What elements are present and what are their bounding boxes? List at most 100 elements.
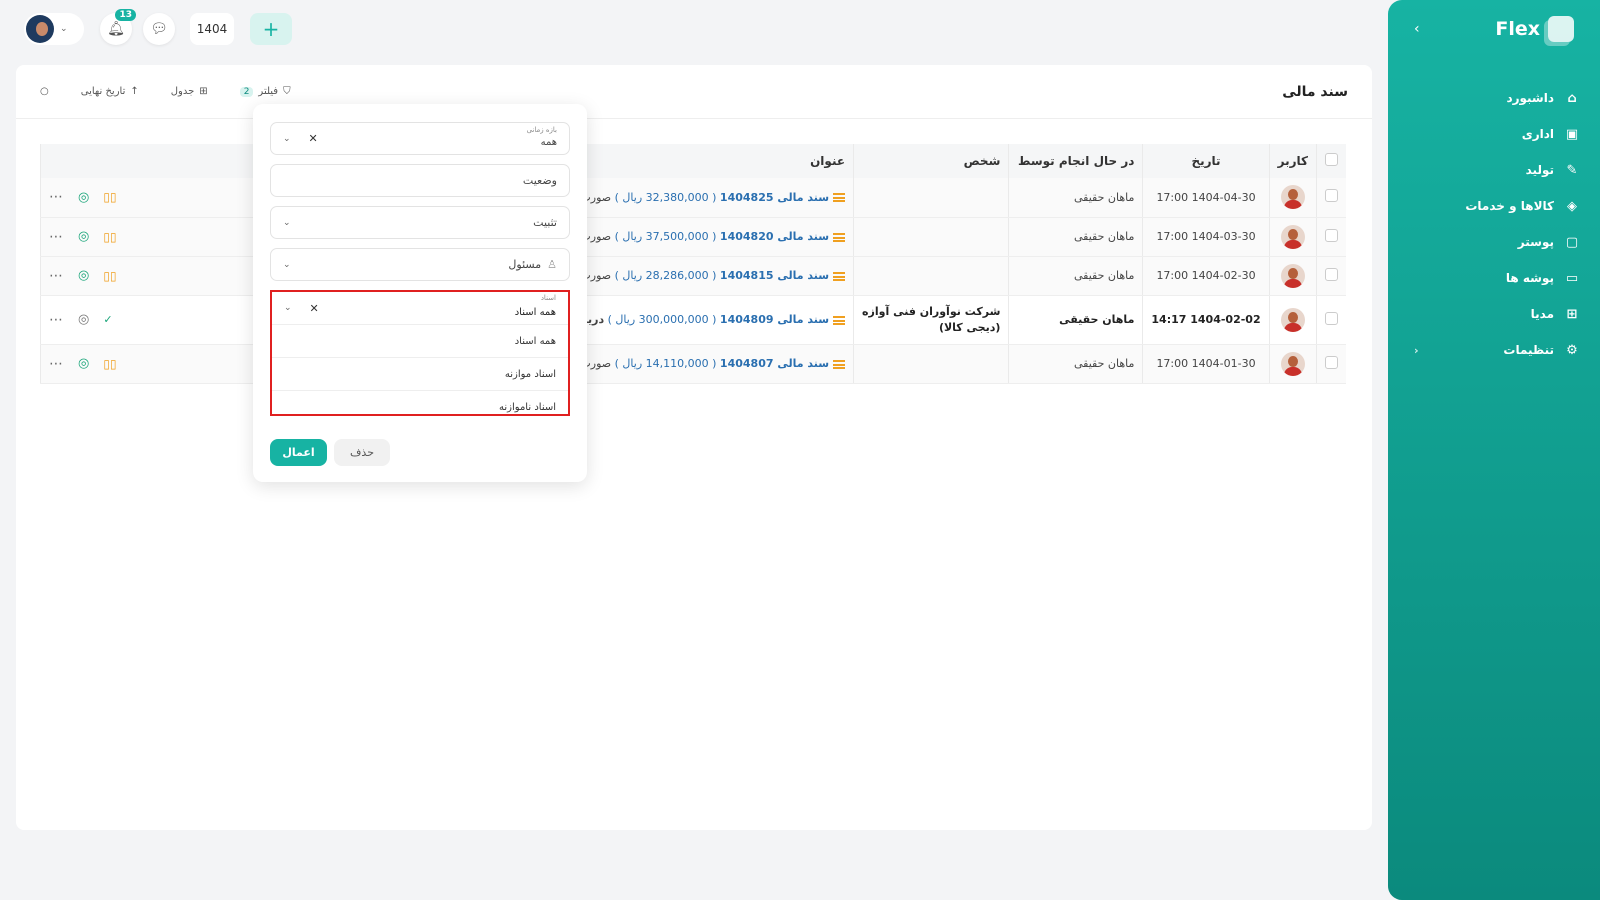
sidebar-item-office[interactable]: ▣ اداری <box>1388 116 1600 152</box>
date-cell: 1404-03-30 17:00 <box>1142 217 1270 257</box>
notifications-button[interactable]: 🔔︎ 13 <box>100 9 136 45</box>
chevron-down-icon: ⌄ <box>283 133 291 144</box>
table-row[interactable]: 1404-02-30 17:00 ماهان حقیقی سند مالی 14… <box>39 256 1346 296</box>
chat-button[interactable]: 💬︎ <box>143 13 175 45</box>
clear-icon[interactable]: ✕ <box>310 302 319 315</box>
title-cell[interactable]: سند مالی 1404820 ( 37,500,000 ریال ) صور… <box>553 217 854 257</box>
row-checkbox[interactable] <box>1325 311 1338 325</box>
chat-icon[interactable]: ◎ <box>78 312 89 327</box>
grid-icon: ⊞ <box>199 86 208 97</box>
in-progress-by-cell: ماهان حقیقی <box>1008 295 1143 345</box>
header-title: عنوان <box>553 144 854 178</box>
row-checkbox[interactable] <box>1325 355 1338 369</box>
documents-select[interactable]: اسناد همه اسناد ✕ ⌄ <box>272 292 568 325</box>
sidebar-item-media[interactable]: ⊞ مدیا <box>1388 296 1600 332</box>
filter-button[interactable]: ⛉ فیلتر 2 <box>239 86 291 97</box>
apply-button[interactable]: اعمال <box>270 439 327 466</box>
person-cell: شرکت نوآوران فنی آوازه (دیجی کالا) <box>853 295 1009 345</box>
date-cell: 1404-02-30 17:00 <box>1142 256 1270 296</box>
more-icon[interactable]: ⋯ <box>49 356 64 372</box>
collapse-sidebar-icon[interactable]: ‹ <box>1414 21 1420 37</box>
header-user: کاربر <box>1268 144 1317 178</box>
status-input[interactable]: وضعیت <box>270 164 570 197</box>
brand: Flex <box>1495 16 1574 42</box>
title-cell[interactable]: سند مالی 1404809 ( 300,000,000 ریال ) در… <box>553 295 854 345</box>
search-icon: ○ <box>40 86 49 97</box>
sidebar: ‹ Flex ⌂ داشبورد ▣ اداری ✎ تولید ◈ کالاها و … <box>1388 0 1600 900</box>
table-row[interactable]: 1404-03-30 17:00 ماهان حقیقی سند مالی 14… <box>39 217 1346 257</box>
more-icon[interactable]: ⋯ <box>49 229 64 245</box>
year-selector[interactable]: 1404 <box>190 13 234 45</box>
date-cell: 1404-01-30 17:00 <box>1142 344 1270 384</box>
chat-icon[interactable]: ◎ <box>78 229 89 244</box>
search-button[interactable]: ○ <box>40 86 49 97</box>
row-checkbox[interactable] <box>1325 189 1338 203</box>
doc-link[interactable]: سند مالی 1404825 <box>720 191 829 204</box>
in-progress-by-cell: ماهان حقیقی <box>1008 256 1143 296</box>
title-cell[interactable]: سند مالی 1404815 ( 28,286,000 ریال ) صور… <box>553 256 854 296</box>
option-balanced-documents[interactable]: اسناد موازنه <box>272 358 568 391</box>
select-all-header[interactable] <box>1316 144 1346 178</box>
document-lines-icon <box>833 315 846 325</box>
pause-icon[interactable]: ▯▯ <box>103 230 116 244</box>
doc-link[interactable]: سند مالی 1404820 <box>720 230 829 243</box>
option-all-documents[interactable]: همه اسناد <box>272 325 568 358</box>
user-avatar <box>1280 307 1305 332</box>
pause-icon[interactable]: ▯▯ <box>103 357 116 371</box>
plus-icon: + <box>262 17 280 41</box>
person-cell <box>853 256 1009 296</box>
filter-panel: بازه زمانی همه ✕ ⌄ وضعیت تثبیت ⌄ ♙ مسئول … <box>253 104 587 482</box>
document-lines-icon <box>833 359 846 369</box>
doc-link[interactable]: سند مالی 1404815 <box>720 269 829 282</box>
clear-icon[interactable]: ✕ <box>309 132 318 145</box>
sidebar-item-folders[interactable]: ▭ پوشه ها <box>1388 260 1600 296</box>
fix-select[interactable]: تثبیت ⌄ <box>270 206 570 239</box>
table-row[interactable]: 1404-02-02 14:17 ماهان حقیقی شرکت نوآورا… <box>39 295 1346 345</box>
sidebar-item-production[interactable]: ✎ تولید <box>1388 152 1600 188</box>
sidebar-item-dashboard[interactable]: ⌂ داشبورد <box>1388 80 1600 116</box>
more-icon[interactable]: ⋯ <box>49 312 64 328</box>
table-row[interactable]: 1404-04-30 17:00 ماهان حقیقی سند مالی 14… <box>39 178 1346 218</box>
title-cell[interactable]: سند مالی 1404825 ( 32,380,000 ریال ) صور… <box>553 178 854 218</box>
more-icon[interactable]: ⋯ <box>49 268 64 284</box>
option-unbalanced-documents[interactable]: اسناد ناموازنه <box>272 391 568 424</box>
title-cell[interactable]: سند مالی 1404807 ( 14,110,000 ریال ) صور… <box>553 344 854 384</box>
notification-badge: 13 <box>115 9 136 21</box>
doc-link[interactable]: سند مالی 1404807 <box>720 357 829 370</box>
sidebar-item-poster[interactable]: ▢ پوستر <box>1388 224 1600 260</box>
header-person: شخص <box>853 144 1009 178</box>
chat-icon[interactable]: ◎ <box>78 356 89 371</box>
user-menu[interactable]: ⌄ <box>24 13 84 45</box>
owner-select[interactable]: ♙ مسئول ⌄ <box>270 248 570 281</box>
check-icon[interactable]: ✓ <box>103 313 112 326</box>
user-avatar <box>1280 224 1305 249</box>
chat-icon[interactable]: ◎ <box>78 268 89 283</box>
pause-icon[interactable]: ▯▯ <box>103 269 116 283</box>
doc-link[interactable]: سند مالی 1404809 <box>720 313 829 326</box>
chat-icon[interactable]: ◎ <box>78 190 89 205</box>
sidebar-item-settings[interactable]: ⚙ تنظیمات ‹ <box>1388 332 1600 368</box>
image-icon: ▢ <box>1565 234 1579 250</box>
bell-icon: 🔔︎ <box>107 21 125 37</box>
select-all-checkbox[interactable] <box>1325 153 1338 166</box>
pause-icon[interactable]: ▯▯ <box>103 190 116 204</box>
table-view-button[interactable]: ⊞ جدول <box>171 86 208 97</box>
row-checkbox[interactable] <box>1325 228 1338 242</box>
period-select[interactable]: بازه زمانی همه ✕ ⌄ <box>270 122 570 155</box>
delete-button[interactable]: حذف <box>334 439 390 466</box>
chevron-left-icon: ‹ <box>1414 343 1419 357</box>
box-icon: ◈ <box>1567 198 1577 214</box>
chevron-down-icon: ⌄ <box>60 24 68 34</box>
in-progress-by-cell: ماهان حقیقی <box>1008 217 1143 257</box>
sort-button[interactable]: ↑ تاریخ نهایی <box>81 86 139 97</box>
add-button[interactable]: + <box>250 13 292 45</box>
documents-dropdown[interactable]: اسناد همه اسناد ✕ ⌄ همه اسناد اسناد موازن… <box>270 290 570 416</box>
in-progress-by-cell: ماهان حقیقی <box>1008 344 1143 384</box>
table-row[interactable]: 1404-01-30 17:00 ماهان حقیقی سند مالی 14… <box>39 344 1346 384</box>
avatar <box>26 15 54 43</box>
table-header-row: کاربر تاریخ در حال انجام توسط شخص عنوان <box>39 144 1346 178</box>
sidebar-item-goods[interactable]: ◈ کالاها و خدمات <box>1388 188 1600 224</box>
more-icon[interactable]: ⋯ <box>49 189 64 205</box>
user-avatar <box>1280 185 1305 210</box>
row-checkbox[interactable] <box>1325 267 1338 281</box>
